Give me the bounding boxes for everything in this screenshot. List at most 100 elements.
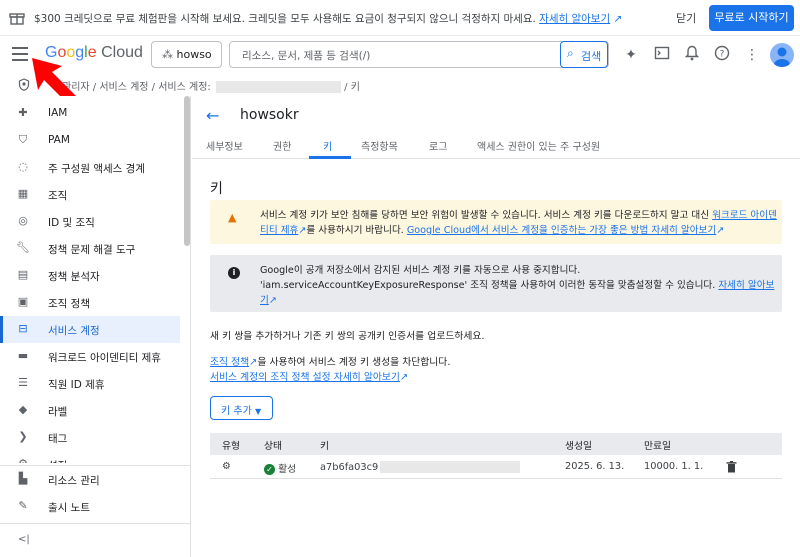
search-input[interactable]: 리소스, 문서, 제품 등 검색(/) (242, 48, 370, 63)
boundary-icon: ◌ (18, 160, 28, 173)
label-icon: ◆ (18, 403, 28, 416)
sidebar-item-policy-troubleshooter[interactable]: 🔧︎ 정책 문제 해결 도구 (0, 235, 180, 262)
table-row: ⚙ ✓ 활성 a7b6fa03c9 2025. 6. 13. 10000. 1.… (210, 455, 782, 479)
org-policy-link[interactable]: 조직 정책 (210, 357, 249, 368)
tag-icon: ❯ (18, 430, 28, 443)
warning-callout: ▲ 서비스 계정 키가 보안 침해를 당하면 보안 위험이 발생할 수 있습니다… (210, 200, 782, 244)
sidebar-item-organization[interactable]: ▦ 조직 (0, 181, 180, 208)
key-id: a7b6fa03c9 (320, 461, 521, 473)
collapse-sidebar-icon[interactable]: <| (18, 534, 30, 545)
sidebar-item-tags[interactable]: ❯ 태그 (0, 424, 180, 451)
expiry-date: 10000. 1. 1. (644, 461, 704, 472)
policy-description: 조직 정책↗을 사용하여 서비스 계정 키 생성을 차단합니다. 서비스 계정의… (210, 357, 451, 383)
sidebar-item-workforce-identity[interactable]: ☰ 직원 ID 제휴 (0, 370, 180, 397)
menu-icon[interactable] (12, 47, 28, 61)
add-pair-description: 새 키 쌍을 추가하거나 기존 키 쌍의 공개키 인증서를 업로드하세요. (210, 331, 485, 342)
cloud-shell-icon[interactable] (652, 45, 672, 65)
banner-learn-more-link[interactable]: 자세히 알아보기 (539, 13, 610, 25)
sidebar-item-service-accounts[interactable]: ⊟ 서비스 계정 (0, 316, 180, 343)
sidebar-scrollbar[interactable] (184, 96, 190, 246)
redacted-key (380, 461, 521, 473)
created-date: 2025. 6. 13. (565, 461, 625, 472)
section-heading: 키 (210, 181, 223, 197)
shield-icon: ⛉ (18, 133, 28, 146)
banner-message: $300 크레딧으로 무료 체험판을 시작해 보세요. 크레딧을 모두 사용해도… (34, 13, 623, 25)
sidebar-item-pam[interactable]: ⛉ PAM (0, 127, 180, 154)
breadcrumb-current: / 키 (344, 82, 360, 93)
help-icon[interactable]: ? (712, 45, 732, 65)
top-app-bar: Google Cloud ⁂ howso 리소스, 문서, 제품 등 검색(/)… (0, 36, 800, 74)
redacted-account (215, 81, 341, 93)
tab-logs[interactable]: 로그 (429, 138, 447, 153)
sidebar-item-labels[interactable]: ◆ 라벨 (0, 397, 180, 424)
search-bar[interactable]: 리소스, 문서, 제품 등 검색(/) ⌕ 검색 (229, 41, 609, 68)
back-arrow-icon[interactable]: ← (206, 106, 219, 125)
gemini-sparkle-icon[interactable]: ✦ (621, 45, 641, 65)
project-picker[interactable]: ⁂ howso (151, 41, 222, 68)
sidebar-item-release-notes[interactable]: ✎ 출시 노트 (0, 493, 180, 520)
more-vert-icon[interactable]: ⋮ (742, 45, 762, 65)
person-add-icon: ✚ (18, 106, 28, 119)
col-type: 유형 (222, 441, 241, 452)
workload-icon: ▬ (17, 349, 29, 362)
tab-details[interactable]: 세부정보 (206, 138, 243, 153)
notifications-icon[interactable] (682, 45, 702, 65)
col-expires: 만료일 (644, 441, 672, 452)
key-type-gear-icon: ⚙ (222, 461, 231, 472)
sidebar: ✚ IAM ⛉ PAM ◌ 주 구성원 액세스 경계 ▦ 조직 ◎ ID 및 조… (0, 96, 191, 557)
main-content: ← howsokr 세부정보 권한 키 측정항목 로그 액세스 권한이 있는 주… (192, 96, 800, 557)
id-icon: ◎ (18, 214, 28, 227)
tab-metrics[interactable]: 측정항목 (361, 138, 398, 153)
tab-keys[interactable]: 키 (323, 138, 332, 153)
gift-icon (9, 13, 25, 25)
external-link-icon: ↗ (399, 372, 409, 383)
sidebar-item-workload-identity[interactable]: ▬ 워크로드 아이덴티티 제휴 (0, 343, 180, 370)
add-key-button[interactable]: 키 추가 ▼ (210, 396, 273, 420)
sidebar-item-resource-manager[interactable]: ▙ 리소스 관리 (0, 466, 180, 493)
auth-best-practice-link[interactable]: Google Cloud에서 서비스 계정을 인증하는 가장 좋은 방법 자세히… (407, 225, 716, 236)
breadcrumb: 관리자 / 서비스 계정 / 서비스 계정: / 키 (0, 74, 800, 96)
warning-icon: ▲ (228, 211, 237, 224)
trial-banner: $300 크레딧으로 무료 체험판을 시작해 보세요. 크레딧을 모두 사용해도… (0, 0, 800, 36)
external-link-icon: ↗ (268, 295, 277, 306)
col-status: 상태 (264, 441, 283, 452)
delete-icon[interactable] (726, 461, 737, 476)
tab-principals-with-access[interactable]: 액세스 권한이 있는 주 구성원 (477, 138, 600, 153)
doc-search-icon: ▤ (17, 268, 29, 281)
breadcrumb-path[interactable]: 관리자 / 서비스 계정 / 서비스 계정: (62, 82, 211, 93)
col-created: 생성일 (565, 441, 593, 452)
status-badge: ✓ 활성 (264, 461, 296, 475)
active-tab-indicator (309, 156, 351, 159)
table-header: 유형 상태 키 생성일 만료일 (210, 433, 782, 455)
external-link-icon: ↗ (610, 13, 623, 25)
svg-text:?: ? (720, 50, 725, 60)
sidebar-item-policy-analyzer[interactable]: ▤ 정책 분석자 (0, 262, 180, 289)
start-free-button[interactable]: 무료로 시작하기 (709, 5, 794, 31)
sidebar-item-settings[interactable]: ⚙ 설정 (0, 451, 180, 463)
org-policy-learn-link[interactable]: 서비스 계정의 조직 정책 설정 자세히 알아보기 (210, 372, 400, 383)
tab-bar: 세부정보 권한 키 측정항목 로그 액세스 권한이 있는 주 구성원 (192, 132, 800, 159)
sidebar-item-org-policies[interactable]: ▣ 조직 정책 (0, 289, 180, 316)
info-callout: i Google이 공개 저장소에서 감지된 서비스 계정 키를 자동으로 사용… (210, 255, 782, 312)
notes-icon: ✎ (18, 499, 28, 512)
sidebar-item-principal-access-boundary[interactable]: ◌ 주 구성원 액세스 경계 (0, 154, 180, 181)
gear-icon: ⚙ (16, 457, 30, 463)
sidebar-item-iam[interactable]: ✚ IAM (0, 100, 180, 127)
sidebar-divider (0, 523, 190, 524)
folder-icon: ▙ (18, 472, 28, 485)
tab-permissions[interactable]: 권한 (273, 138, 291, 153)
avatar[interactable] (770, 43, 794, 67)
sidebar-item-identity-organization[interactable]: ◎ ID 및 조직 (0, 208, 180, 235)
banner-close-button[interactable]: 닫기 (676, 10, 696, 26)
building-icon: ▦ (17, 187, 29, 200)
wrench-icon: 🔧︎ (16, 241, 30, 254)
service-account-icon: ⊟ (18, 322, 28, 335)
check-circle-icon: ✓ (264, 463, 275, 475)
external-link-icon: ↗ (716, 225, 725, 236)
col-key: 키 (320, 441, 330, 452)
list-icon: ☰ (18, 376, 28, 389)
dropdown-arrow-icon: ▼ (254, 407, 262, 416)
info-icon: i (228, 267, 240, 279)
project-icon: ⁂ (162, 48, 177, 61)
search-button[interactable]: ⌕ 검색 (560, 41, 608, 68)
